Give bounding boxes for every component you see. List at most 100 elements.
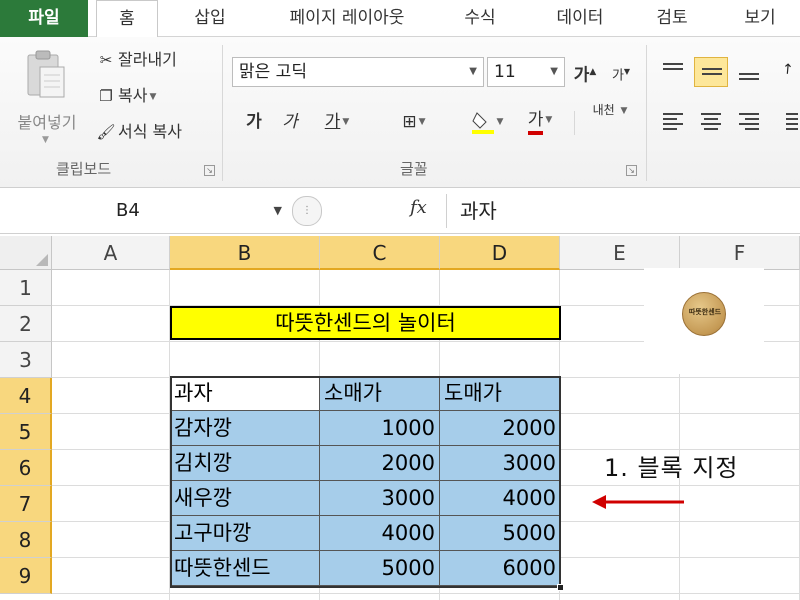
align-right-button[interactable] <box>732 107 766 137</box>
phonetic-button[interactable]: 내천 ▼ <box>584 103 636 133</box>
table-cell[interactable]: 4000 <box>440 481 561 516</box>
column-header-b[interactable]: B <box>170 236 320 270</box>
tab-file[interactable]: 파일 <box>0 0 88 37</box>
chevron-down-icon[interactable]: ▼ <box>149 92 156 102</box>
row-header-6[interactable]: 6 <box>0 450 52 486</box>
row-header-5[interactable]: 5 <box>0 414 52 450</box>
group-divider <box>646 45 647 181</box>
row-header-8[interactable]: 8 <box>0 522 52 558</box>
table-cell[interactable]: 2000 <box>320 446 440 481</box>
table-header-cell[interactable]: 도매가 <box>440 376 561 411</box>
italic-button[interactable]: 가 <box>274 107 306 137</box>
shrink-font-button[interactable]: 가▼ <box>606 57 636 87</box>
table-cell[interactable]: 4000 <box>320 516 440 551</box>
table-cell[interactable]: 5000 <box>320 551 440 586</box>
grow-font-button[interactable]: 가▲ <box>570 57 600 87</box>
fill-handle[interactable] <box>557 584 564 591</box>
font-color-button[interactable]: 가 ▼ <box>516 105 564 135</box>
underline-button[interactable]: 가 ▼ <box>312 107 362 137</box>
name-box[interactable]: B4 ▼ <box>6 196 288 226</box>
column-header-c[interactable]: C <box>320 236 440 270</box>
column-header-e[interactable]: E <box>560 236 680 270</box>
tab-data[interactable]: 데이터 <box>538 0 622 37</box>
paintbrush-icon: 🖌 <box>96 123 116 141</box>
copy-label: 복사 <box>118 86 148 105</box>
format-painter-label: 서식 복사 <box>118 122 182 141</box>
table-cell[interactable]: 2000 <box>440 411 561 446</box>
scissors-icon: ✂ <box>99 51 113 69</box>
align-center-button[interactable] <box>694 107 728 137</box>
cut-button[interactable]: ✂ 잘라내기 <box>94 47 177 73</box>
row-header-3[interactable]: 3 <box>0 342 52 378</box>
tab-view[interactable]: 보기 <box>730 0 790 37</box>
table-cell[interactable]: 감자깡 <box>170 411 320 446</box>
formula-input[interactable]: 과자 <box>460 196 497 226</box>
align-left-icon <box>663 113 683 133</box>
bold-button[interactable]: 가 <box>238 107 270 137</box>
tab-insert[interactable]: 삽입 <box>170 0 250 37</box>
font-color-label: 가 <box>527 109 544 135</box>
chevron-down-icon[interactable]: ▼ <box>42 135 49 145</box>
chevron-down-icon: ▼ <box>469 66 477 77</box>
group-divider <box>222 45 223 181</box>
table-header-cell[interactable]: 과자 <box>170 376 320 411</box>
table-cell[interactable]: 새우깡 <box>170 481 320 516</box>
format-painter-button[interactable]: 🖌 서식 복사 <box>94 119 182 145</box>
chevron-down-icon[interactable]: ▼ <box>274 196 282 226</box>
fill-color-button[interactable]: ▼ <box>462 107 512 137</box>
formula-bar-resize-handle[interactable]: ⋮ <box>292 196 322 226</box>
tab-page-layout[interactable]: 페이지 레이아웃 <box>262 0 432 37</box>
row-header-2[interactable]: 2 <box>0 306 52 342</box>
orientation-button[interactable]: ↗ <box>772 59 800 89</box>
tab-review[interactable]: 검토 <box>642 0 702 37</box>
stamp-coin-icon: 따뜻한센드 <box>682 292 726 336</box>
table-cell[interactable]: 따뜻한센드 <box>170 551 320 586</box>
font-group-label: 글꼴 <box>400 160 428 178</box>
row-header-1[interactable]: 1 <box>0 270 52 306</box>
chevron-down-icon: ▼ <box>496 117 504 127</box>
cut-label: 잘라내기 <box>118 50 177 69</box>
align-center-icon <box>701 113 721 133</box>
align-top-button[interactable] <box>656 59 690 89</box>
table-cell[interactable]: 3000 <box>440 446 561 481</box>
table-cell[interactable]: 3000 <box>320 481 440 516</box>
column-header-a[interactable]: A <box>52 236 170 270</box>
paste-icon <box>27 50 65 98</box>
row-header-9[interactable]: 9 <box>0 558 52 594</box>
divider <box>574 111 575 135</box>
dialog-launcher-icon[interactable]: ↘ <box>626 165 637 176</box>
align-bottom-icon <box>739 73 759 83</box>
decrease-indent-button[interactable] <box>772 107 800 137</box>
align-bottom-button[interactable] <box>732 59 766 89</box>
row-header-4[interactable]: 4 <box>0 378 52 414</box>
copy-button[interactable]: ❐ 복사 ▼ <box>94 83 156 109</box>
table-cell[interactable]: 1000 <box>320 411 440 446</box>
paste-button[interactable]: 붙여넣기 ▼ <box>6 45 86 145</box>
formula-bar: B4 ▼ ⋮ fx 과자 <box>0 188 800 234</box>
font-name-value: 맑은 고딕 <box>239 62 307 82</box>
table-header-cell[interactable]: 소매가 <box>320 376 440 411</box>
divider <box>446 194 447 228</box>
column-header-f[interactable]: F <box>680 236 800 270</box>
table-cell[interactable]: 김치깡 <box>170 446 320 481</box>
orientation-icon: ↗ <box>778 59 798 79</box>
borders-button[interactable]: ⊞ ▼ <box>388 107 440 137</box>
select-all-button[interactable] <box>0 236 52 270</box>
column-header-d[interactable]: D <box>440 236 560 270</box>
insert-function-button[interactable]: fx <box>410 197 427 218</box>
shrink-font-label: 가 <box>611 68 624 84</box>
paste-label: 붙여넣기 <box>17 113 77 132</box>
table-cell[interactable]: 6000 <box>440 551 561 586</box>
tab-formulas[interactable]: 수식 <box>450 0 510 37</box>
title-cell[interactable]: 따뜻한센드의 놀이터 <box>170 306 561 340</box>
table-cell[interactable]: 고구마깡 <box>170 516 320 551</box>
font-name-select[interactable]: 맑은 고딕 ▼ <box>232 57 484 87</box>
align-middle-button[interactable] <box>694 57 728 87</box>
table-cell[interactable]: 5000 <box>440 516 561 551</box>
font-size-select[interactable]: 11 ▼ <box>487 57 565 87</box>
align-left-button[interactable] <box>656 107 690 137</box>
dialog-launcher-icon[interactable]: ↘ <box>204 165 215 176</box>
underline-label: 가 <box>324 112 341 132</box>
row-header-7[interactable]: 7 <box>0 486 52 522</box>
tab-home[interactable]: 홈 <box>96 0 158 38</box>
